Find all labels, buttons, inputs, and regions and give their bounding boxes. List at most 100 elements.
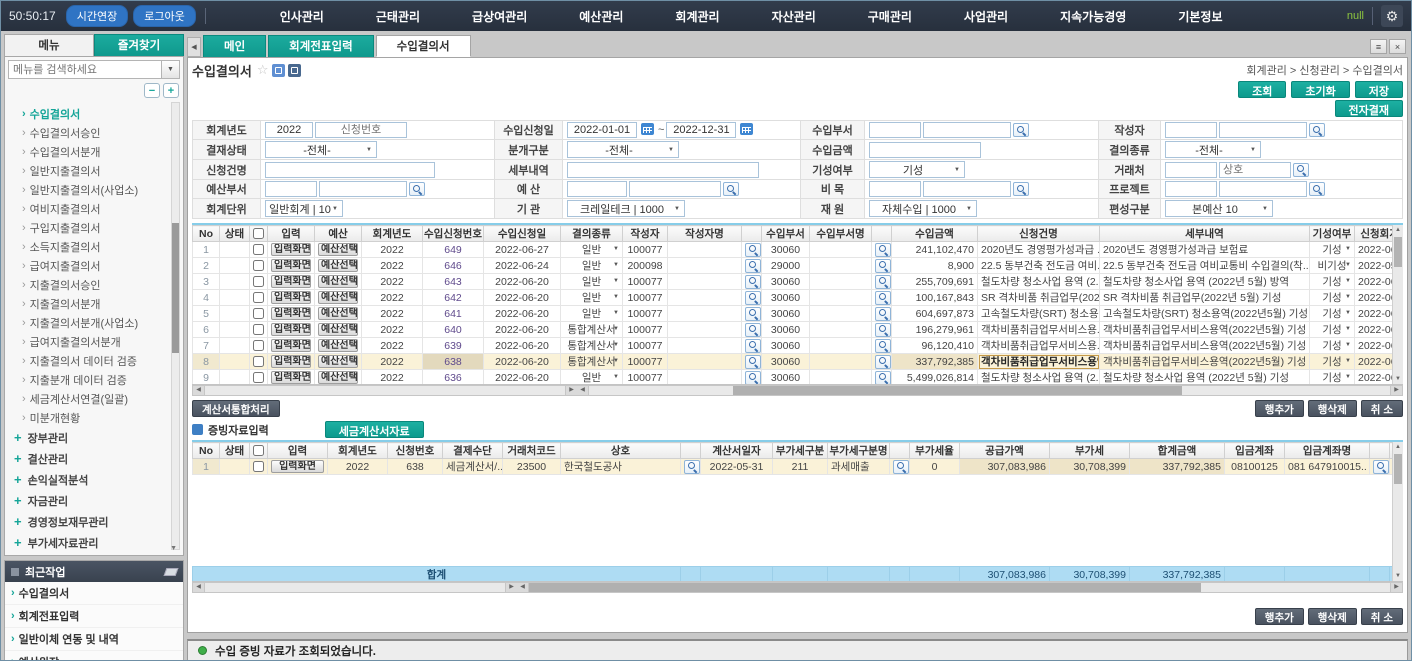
income-dept-input[interactable] [869,122,921,138]
input-cell-button[interactable]: 입력화면 [271,355,311,368]
cell-income-dept[interactable]: 30060 [762,306,810,322]
scroll-up-icon[interactable]: ▲ [1393,442,1403,452]
dept-search-icon[interactable] [875,291,891,305]
row-checkbox[interactable] [253,260,264,271]
dept-search-icon[interactable] [875,339,891,353]
cell-request-title[interactable]: 22.5 동부건축 전도금 여비.. [978,258,1100,274]
cell-author-search[interactable] [742,306,762,322]
budget-cell-button[interactable]: 예산선택 [318,243,358,256]
sidebar-tab-menu[interactable]: 메뉴 [4,34,94,56]
cell-total-amount[interactable]: 337,792,385 [1130,459,1225,475]
settings-gear-icon[interactable]: ⚙ [1381,5,1403,27]
author-search-icon[interactable] [745,291,761,305]
journal-type-select[interactable]: -전체-▼ [567,141,679,158]
cell-detail-desc[interactable]: 철도차량 청소사업 용역 (2022년 5월) 방역 [1100,274,1310,290]
cell-status[interactable] [220,290,250,306]
cell-no[interactable]: 1 [193,242,220,258]
cell-dept-search[interactable] [872,258,892,274]
sidebar-item[interactable]: ›구입지출결의서 [22,218,180,237]
cell-resolution-type[interactable]: 일반▼ [561,370,623,386]
input-cell-button[interactable]: 입력화면 [271,339,311,352]
dept-search-icon[interactable] [875,243,891,257]
sidebar-item[interactable]: ›수입결의서분개 [22,142,180,161]
cell-status[interactable] [220,370,250,386]
cell-budget[interactable]: 예산선택 [315,306,362,322]
cell-completion[interactable]: 기성▼ [1310,242,1355,258]
cell-completion[interactable]: 기성▼ [1310,274,1355,290]
row-checkbox[interactable] [253,292,264,303]
cell-request-title[interactable]: 2020년도 경영평가성과급 .. [978,242,1100,258]
cell-input[interactable]: 입력화면 [268,370,315,386]
cell-income-dept[interactable]: 30060 [762,370,810,386]
cell-author-search[interactable] [742,338,762,354]
cell-dept-search[interactable] [872,242,892,258]
cell-fiscal-year[interactable]: 2022 [362,290,423,306]
cell-resolution-type[interactable]: 일반▼ [561,242,623,258]
tree-scrollbar[interactable] [171,102,180,550]
cell-input[interactable]: 입력화면 [268,290,315,306]
cell-completion[interactable]: 기성▼ [1310,338,1355,354]
input-cell-button[interactable]: 입력화면 [271,460,324,473]
electronic-approval-button[interactable]: 전자결재 [1335,100,1403,117]
project-search-icon[interactable] [1309,182,1325,196]
cell-author-search[interactable] [742,290,762,306]
refresh-icon[interactable] [272,64,285,77]
dept-search-icon[interactable] [875,371,891,385]
vat-search-icon[interactable] [893,460,909,474]
extend-time-button[interactable]: 시간연장 [66,5,128,27]
sidebar-item[interactable]: ›지출결의서분개(사업소) [22,313,180,332]
cell-deposit-account[interactable]: 08100125 [1225,459,1285,475]
sidebar-item[interactable]: ›소득지출결의서 [22,237,180,256]
recent-item[interactable]: ›회계전표입력 [5,605,183,628]
row-delete-button[interactable]: 행삭제 [1308,608,1357,625]
cell-input[interactable]: 입력화면 [268,242,315,258]
cell-fiscal-year[interactable]: 2022 [362,274,423,290]
cell-fiscal-year[interactable]: 2022 [362,354,423,370]
budget-input[interactable] [567,181,627,197]
cell-dept-search[interactable] [872,322,892,338]
dept-search-icon[interactable] [875,275,891,289]
cell-request-date[interactable]: 2022-06-20 [484,354,561,370]
row-checkbox[interactable] [253,461,264,472]
cancel-button[interactable]: 취 소 [1361,400,1403,417]
cell-request-title[interactable]: 고속철도차량(SRT) 청소용.. [978,306,1100,322]
tree-scroll-down-icon[interactable]: ▼ [170,545,177,552]
cell-request-date[interactable]: 2022-06-27 [484,242,561,258]
author-search-icon[interactable] [745,371,761,385]
cell-income-dept[interactable]: 29000 [762,258,810,274]
cell-income-amount[interactable]: 255,709,691 [892,274,978,290]
cell-invoice-date[interactable]: 2022-05-31 [701,459,773,475]
cell-request-date[interactable]: 2022-06-20 [484,322,561,338]
author-search-icon[interactable] [745,323,761,337]
new-window-icon[interactable] [288,64,301,77]
author-search-icon[interactable] [745,339,761,353]
topbar-menu-item[interactable]: 예산관리 [579,8,623,25]
sidebar-item[interactable]: ›지출결의서승인 [22,275,180,294]
sidebar-item[interactable]: ›여비지출결의서 [22,199,180,218]
scroll-left-icon[interactable]: ◀ [577,386,589,395]
grid-row[interactable]: 4입력화면예산선택20226422022-06-20일반▼10007730060… [193,290,1404,306]
budget-cell-button[interactable]: 예산선택 [318,371,358,384]
scrollbar-thumb[interactable] [1394,237,1402,267]
expense-item-input[interactable] [923,181,1011,197]
calendar-icon[interactable] [641,123,654,138]
window-close-icon[interactable]: × [1389,39,1406,54]
cell-vat-code[interactable]: 211 [773,459,828,475]
cell-author-name[interactable] [668,290,742,306]
sidebar-item[interactable]: ›수입결의서승인 [22,123,180,142]
cell-detail-desc[interactable]: 객차비품취급업무서비스용역(2022년5월) 기성 [1100,322,1310,338]
approval-status-select[interactable]: -전체-▼ [265,141,377,158]
expense-item-input[interactable] [869,181,921,197]
cell-request-date[interactable]: 2022-06-20 [484,370,561,386]
cell-detail-desc[interactable]: 객차비품취급업무서비스용역(2022년5월) 기성 [1100,338,1310,354]
cell-income-dept[interactable]: 30060 [762,322,810,338]
cell-vendor-name[interactable]: 한국철도공사 [561,459,681,475]
cell-completion[interactable]: 기성▼ [1310,306,1355,322]
grid-row[interactable]: 9입력화면예산선택20226362022-06-20일반▼10007730060… [193,370,1404,386]
row-add-button[interactable]: 행추가 [1255,608,1304,625]
grid-row[interactable]: 5입력화면예산선택20226412022-06-20일반▼10007730060… [193,306,1404,322]
tab-메인[interactable]: 메인 [203,35,266,57]
cell-author-name[interactable] [668,322,742,338]
cell-request-date[interactable]: 2022-06-20 [484,290,561,306]
cell-fiscal-year[interactable]: 2022 [362,242,423,258]
